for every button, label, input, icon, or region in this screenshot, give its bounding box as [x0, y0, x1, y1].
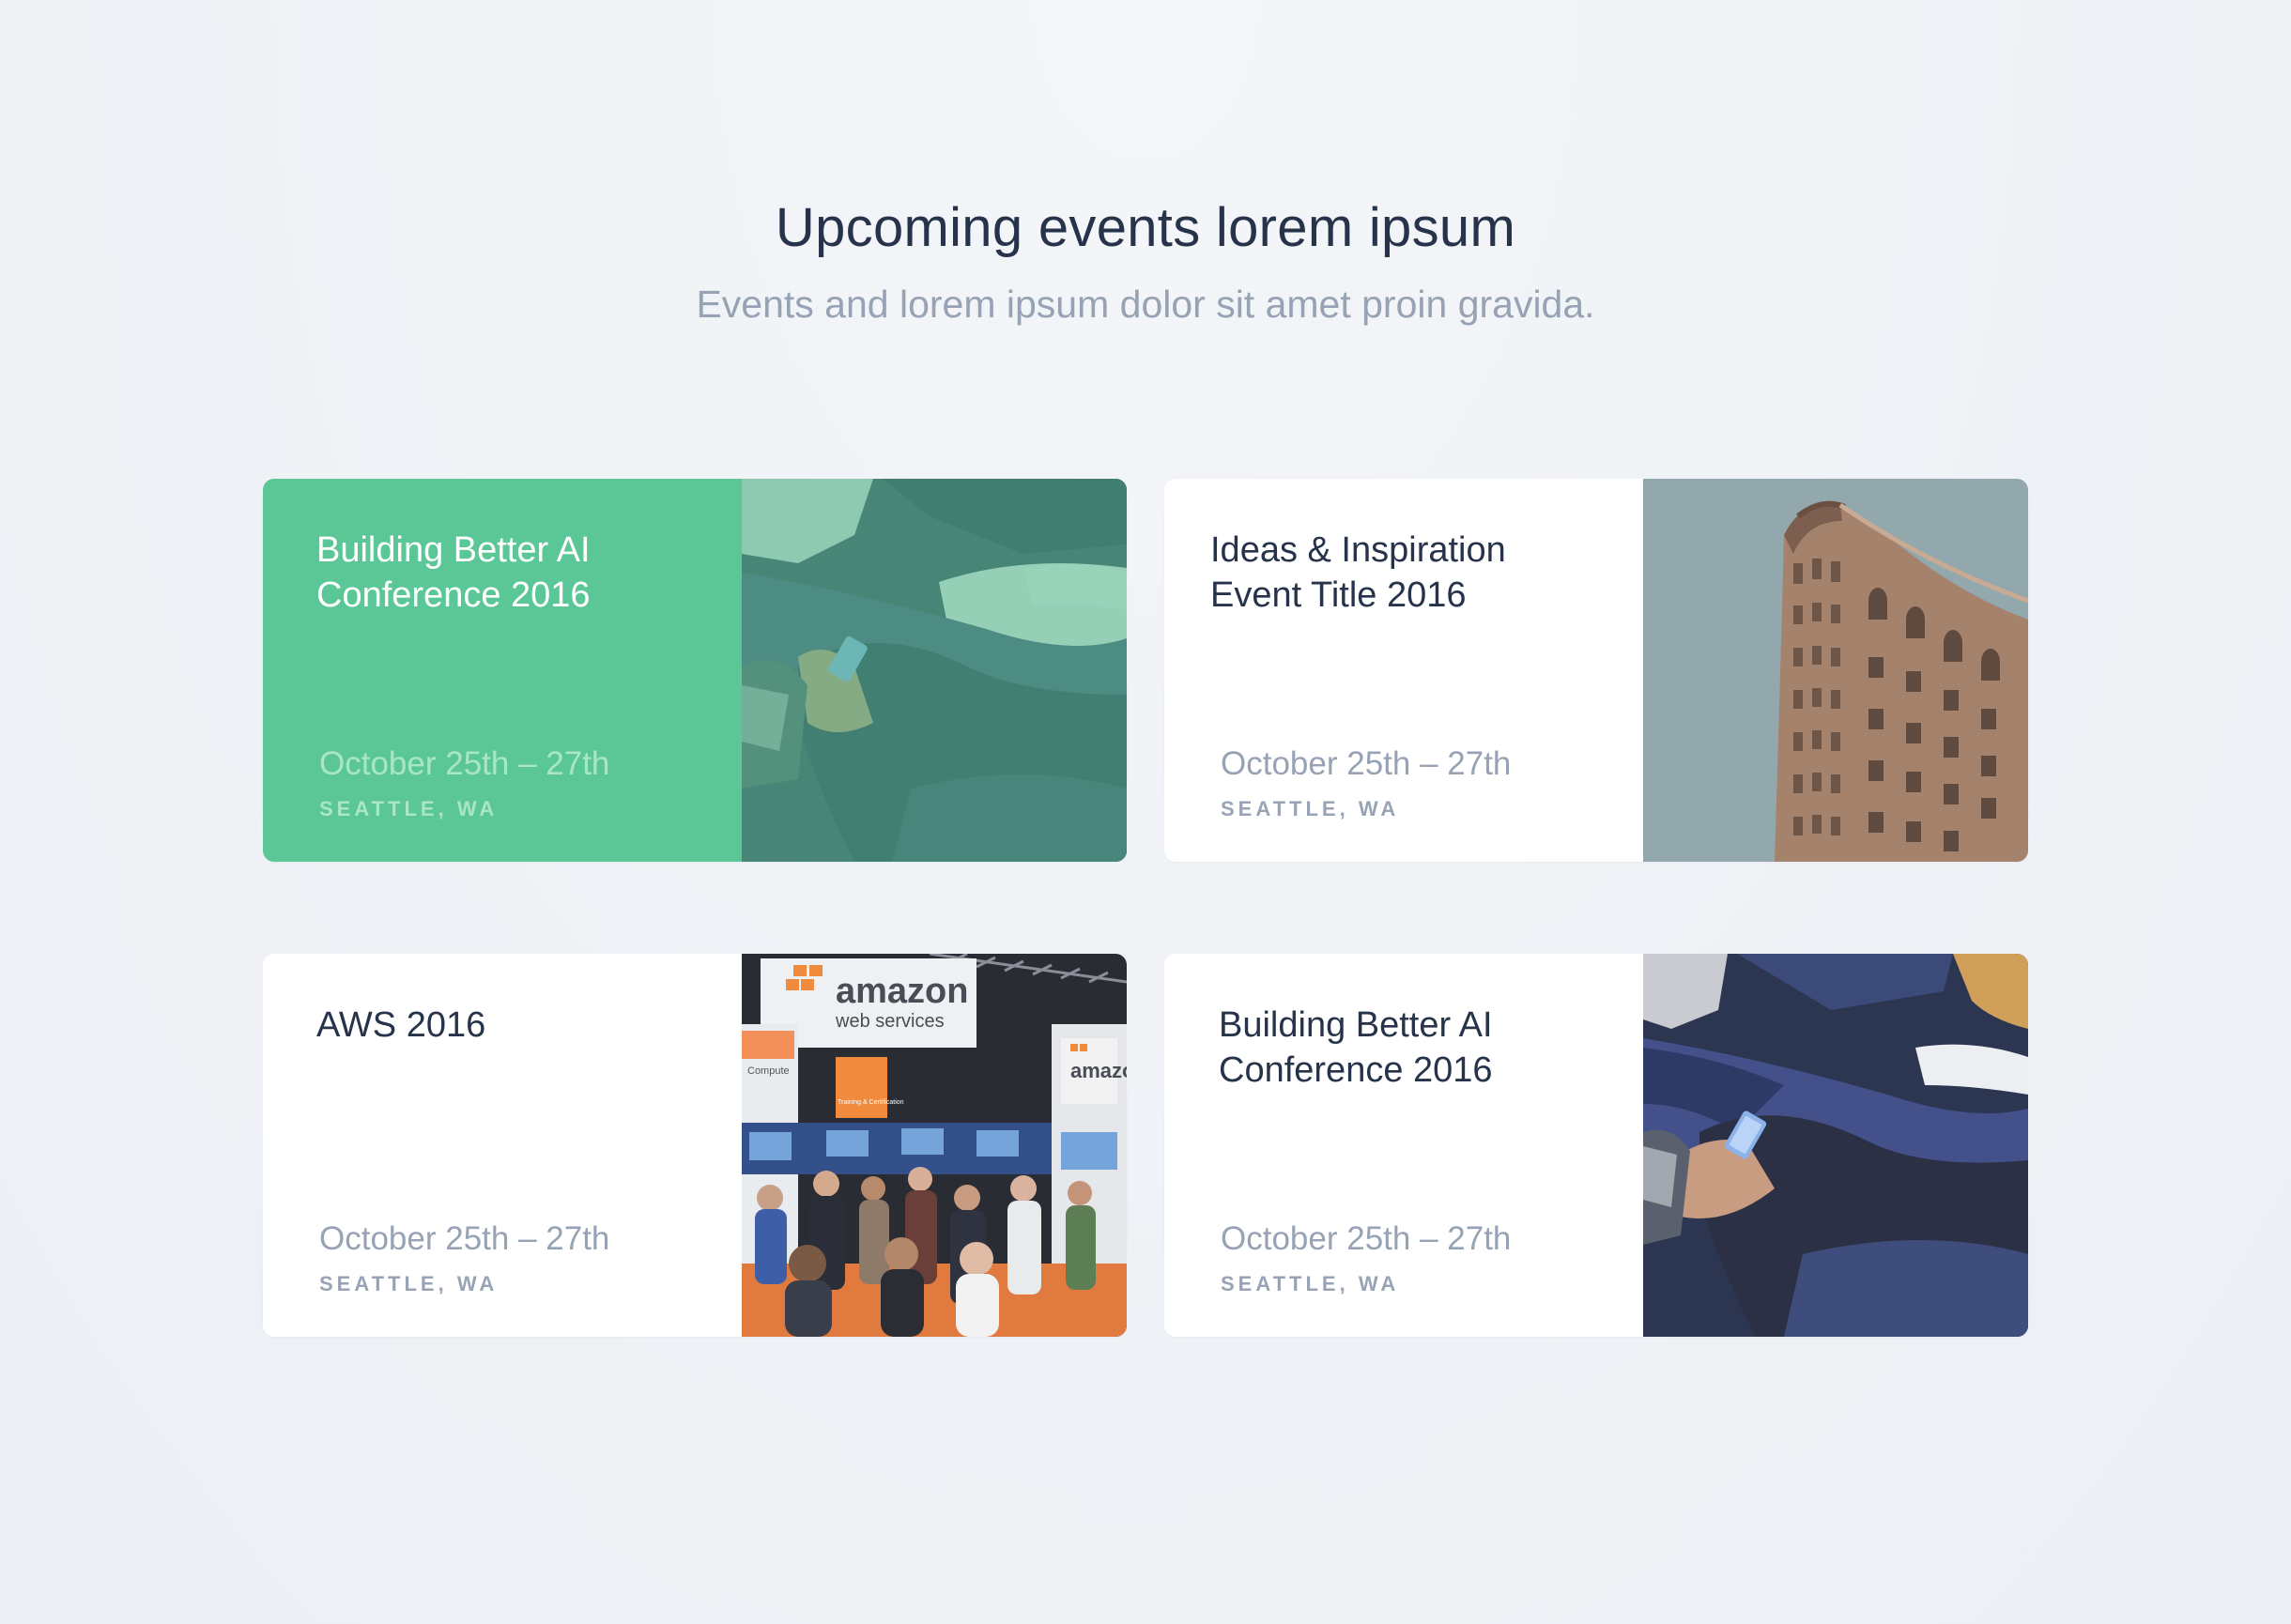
- crowd-phone-image[interactable]: [1643, 954, 2028, 1337]
- booth-label-training: Training & Certification: [838, 1099, 904, 1106]
- event-card-building-better-ai[interactable]: Building Better AI Conference 2016 Octob…: [1164, 954, 2028, 1337]
- crowd-phone-image[interactable]: [742, 479, 1127, 862]
- event-title[interactable]: AWS 2016: [316, 1003, 711, 1048]
- page-title: Upcoming events lorem ipsum: [775, 197, 1516, 258]
- event-card-body: Building Better AI Conference 2016 Octob…: [263, 479, 742, 862]
- page-subtitle: Events and lorem ipsum dolor sit amet pr…: [696, 283, 1595, 326]
- event-title[interactable]: Building Better AI Conference 2016: [316, 528, 711, 618]
- event-date: October 25th – 27th: [1221, 1220, 1512, 1257]
- event-title[interactable]: Building Better AI Conference 2016: [1219, 1003, 1613, 1093]
- event-location: SEATTLE, WA: [1221, 1272, 1400, 1295]
- event-card-ideas-inspiration[interactable]: Ideas & Inspiration Event Title 2016 Oct…: [1164, 479, 2028, 862]
- event-card-body: Ideas & Inspiration Event Title 2016 Oct…: [1164, 479, 1643, 862]
- page-header: Upcoming events lorem ipsum Events and l…: [0, 188, 2291, 332]
- event-date: October 25th – 27th: [319, 745, 610, 782]
- aws-subtitle-text: web services: [835, 1011, 945, 1032]
- event-card-body: AWS 2016 October 25th – 27th SEATTLE, WA: [263, 954, 742, 1337]
- event-card-body: Building Better AI Conference 2016 Octob…: [1164, 954, 1643, 1337]
- event-location: SEATTLE, WA: [319, 1272, 499, 1295]
- expo-hall-image[interactable]: amazon web services Compute Training & C…: [742, 954, 1127, 1337]
- building-image[interactable]: [1643, 479, 2028, 862]
- booth-label-compute: Compute: [747, 1065, 790, 1077]
- event-card-building-better-ai-featured[interactable]: Building Better AI Conference 2016 Octob…: [263, 479, 1127, 862]
- event-card-aws[interactable]: AWS 2016 October 25th – 27th SEATTLE, WA…: [263, 954, 1127, 1337]
- event-date: October 25th – 27th: [1221, 745, 1512, 782]
- event-title[interactable]: Ideas & Inspiration Event Title 2016: [1210, 528, 1605, 618]
- event-location: SEATTLE, WA: [319, 797, 499, 820]
- event-date: October 25th – 27th: [319, 1220, 610, 1257]
- amazon-sign-text: amazon: [1070, 1059, 1127, 1082]
- amazon-brand-text: amazon: [836, 972, 968, 1011]
- event-location: SEATTLE, WA: [1221, 797, 1400, 820]
